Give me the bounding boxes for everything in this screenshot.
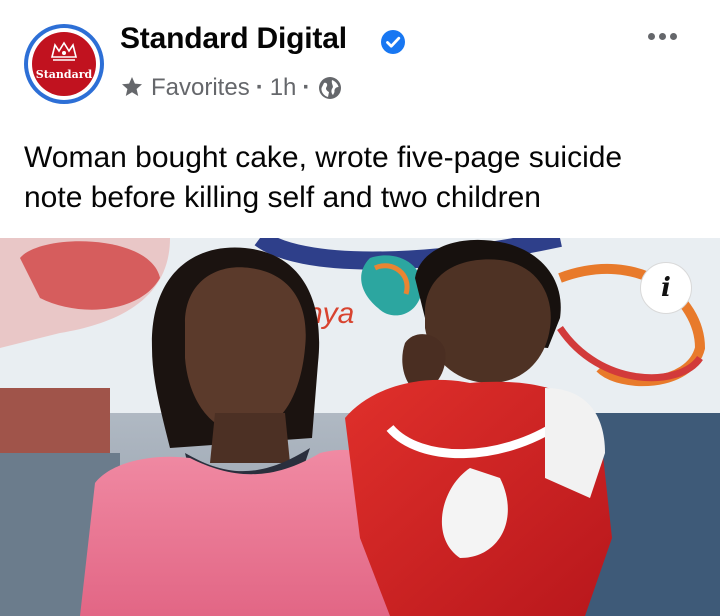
meta-separator: · xyxy=(302,74,311,101)
post-meta: Favorites · 1h · xyxy=(120,72,342,104)
page-name[interactable]: Standard Digital xyxy=(120,22,347,56)
page-avatar[interactable]: Standard xyxy=(24,24,104,104)
more-dot xyxy=(648,33,655,40)
post-caption: Woman bought cake, wrote five-page suici… xyxy=(24,138,704,218)
woman-neck xyxy=(210,413,290,463)
post-time[interactable]: 1h xyxy=(270,74,297,102)
globe-icon[interactable] xyxy=(318,76,342,100)
star-icon xyxy=(122,77,142,96)
more-dot xyxy=(670,33,677,40)
audience-label[interactable]: Favorites xyxy=(151,74,250,102)
house-roof xyxy=(0,388,110,458)
caption-line-1: Woman bought cake, wrote five-page suici… xyxy=(24,141,623,174)
post-photo[interactable]: nya xyxy=(0,238,720,616)
info-button[interactable]: i xyxy=(640,262,692,314)
post-header: Standard Standard Digital Favorites · 1h… xyxy=(0,0,720,130)
avatar-brand-text: Standard xyxy=(35,68,93,81)
avatar-ring: Standard xyxy=(28,28,100,100)
caption-line-2: note before killing self and two childre… xyxy=(24,181,541,214)
meta-separator: · xyxy=(255,74,264,101)
crest-icon xyxy=(50,41,78,61)
avatar-logo: Standard xyxy=(32,32,96,96)
more-options-icon[interactable] xyxy=(648,33,677,40)
verified-badge-icon xyxy=(381,30,405,54)
more-dot xyxy=(659,33,666,40)
info-icon: i xyxy=(661,273,671,303)
